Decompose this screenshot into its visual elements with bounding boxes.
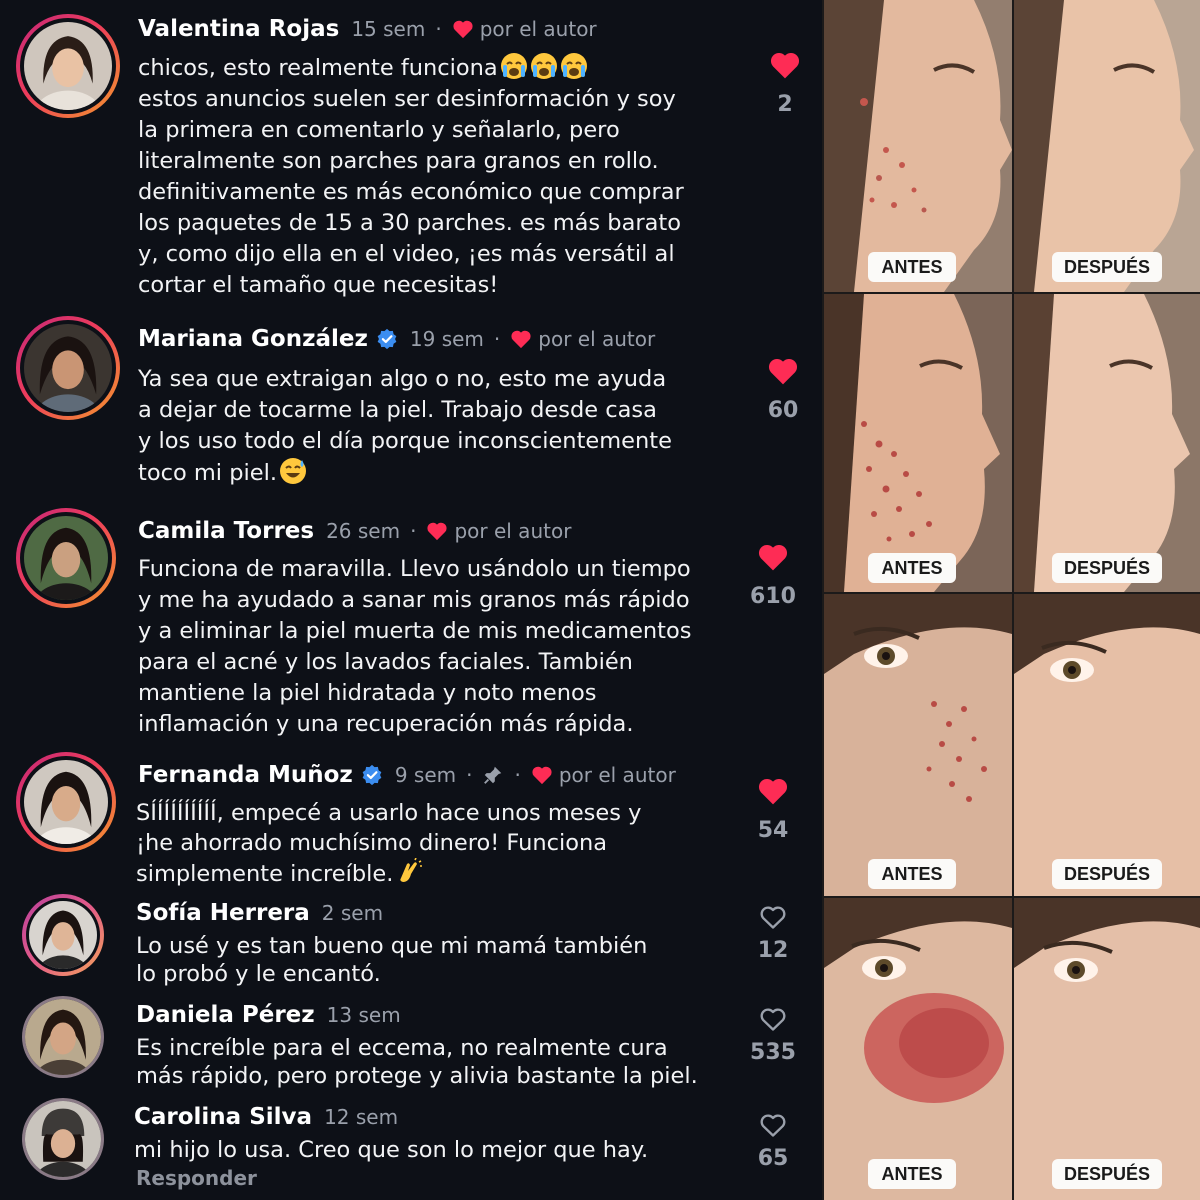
- comment-text: SÍÍÍÍÍÍÍÍÍÍ, empecé a usarlo hace unos m…: [136, 798, 641, 889]
- before-photo[interactable]: ANTES: [824, 594, 1012, 896]
- comment-time: 2 sem: [321, 901, 384, 925]
- reply-button[interactable]: Responder: [136, 1166, 257, 1190]
- verified-badge-icon: [377, 328, 397, 350]
- avatar[interactable]: [16, 316, 120, 420]
- like-count: 2: [777, 92, 793, 117]
- before-label: ANTES: [868, 553, 956, 583]
- heart-filled-icon: [758, 544, 788, 571]
- comment-text-rest: estos anuncios suelen ser desinformación…: [138, 86, 684, 298]
- avatar-photo: [25, 1101, 101, 1177]
- comment-text-body: SÍÍÍÍÍÍÍÍÍÍ, empecé a usarlo hace unos m…: [136, 800, 642, 887]
- avatar-photo: [25, 999, 101, 1075]
- verified-badge-icon: [362, 764, 382, 786]
- comment-time: 12 sem: [324, 1105, 399, 1129]
- like-button[interactable]: 60: [748, 356, 818, 423]
- like-count: 65: [757, 1146, 789, 1171]
- after-label: DESPUÉS: [1052, 553, 1162, 583]
- comment-text-body: Ya sea que extraigan algo o no, esto me …: [138, 366, 672, 486]
- before-photo[interactable]: ANTES: [824, 0, 1012, 292]
- comment-time: 9 sem: [394, 763, 457, 787]
- before-label: ANTES: [868, 252, 956, 282]
- crying-face-icon: [530, 53, 557, 79]
- author-heart-icon: [427, 522, 448, 541]
- separator-dot: ·: [410, 519, 417, 543]
- heart-filled-icon: [758, 778, 788, 805]
- liked-by-author-label: por el autor: [454, 519, 572, 543]
- crying-face-icon: [560, 53, 587, 79]
- separator-dot: ·: [466, 763, 473, 787]
- liked-by-author-label: por el autor: [558, 763, 676, 787]
- comment-author[interactable]: Carolina Silva: [134, 1104, 312, 1130]
- after-label: DESPUÉS: [1052, 859, 1162, 889]
- grinning-sweat-icon: [279, 458, 306, 484]
- like-count: 610: [750, 584, 796, 609]
- like-button[interactable]: 12: [738, 904, 808, 963]
- pin-icon: [484, 766, 502, 784]
- comment-author[interactable]: Fernanda Muñoz: [138, 762, 353, 788]
- comment-text: Ya sea que extraigan algo o no, esto me …: [138, 364, 672, 489]
- heart-outline-icon: [760, 1008, 786, 1031]
- avatar-photo: [24, 760, 108, 844]
- like-count: 12: [757, 938, 789, 963]
- comment-time: 19 sem: [409, 327, 484, 351]
- avatar[interactable]: [16, 752, 116, 852]
- like-button[interactable]: 2: [750, 50, 820, 117]
- liked-by-author-label: por el autor: [538, 327, 656, 351]
- before-after-grid: ANTES DESPUÉS ANTES DESPUÉS ANTES DESPUÉ…: [822, 0, 1200, 1200]
- liked-by-author-label: por el autor: [479, 17, 597, 41]
- comment-text: Funciona de maravilla. Llevo usándolo un…: [138, 556, 692, 737]
- separator-dot: ·: [493, 327, 501, 351]
- before-photo[interactable]: ANTES: [824, 294, 1012, 592]
- avatar[interactable]: [22, 1098, 104, 1180]
- before-label: ANTES: [868, 859, 956, 889]
- before-photo[interactable]: ANTES: [824, 898, 1012, 1200]
- after-label: DESPUÉS: [1052, 252, 1162, 282]
- after-photo[interactable]: DESPUÉS: [1014, 294, 1200, 592]
- like-button[interactable]: 65: [738, 1112, 808, 1171]
- heart-filled-icon: [770, 52, 800, 79]
- after-label: DESPUÉS: [1052, 1159, 1162, 1189]
- comment-time: 26 sem: [326, 519, 401, 543]
- like-button[interactable]: 610: [738, 542, 808, 609]
- comment-text: Lo usé y es tan bueno que mi mamá tambié…: [136, 933, 648, 987]
- avatar[interactable]: [16, 508, 116, 608]
- like-count: 535: [750, 1040, 796, 1065]
- comment-text: mi hijo lo usa. Creo que son lo mejor qu…: [134, 1137, 649, 1163]
- comment-author[interactable]: Valentina Rojas: [138, 16, 339, 42]
- author-heart-icon: [453, 20, 473, 39]
- after-photo[interactable]: DESPUÉS: [1014, 898, 1200, 1200]
- like-button[interactable]: 535: [738, 1006, 808, 1065]
- comment-text: Es increíble para el eccema, no realment…: [136, 1035, 698, 1089]
- comment-text-first: chicos, esto realmente funciona: [138, 55, 498, 81]
- after-photo[interactable]: DESPUÉS: [1014, 594, 1200, 896]
- avatar-photo: [24, 324, 112, 412]
- comment-time: 15 sem: [351, 17, 426, 41]
- comment-text: chicos, esto realmente funciona estos an…: [138, 52, 684, 301]
- like-count: 60: [767, 398, 799, 423]
- like-button[interactable]: 54: [738, 776, 808, 843]
- avatar-photo: [29, 901, 97, 969]
- heart-outline-icon: [760, 906, 786, 929]
- comment-author[interactable]: Sofía Herrera: [136, 900, 310, 926]
- separator-dot: ·: [435, 17, 442, 41]
- avatar[interactable]: [22, 894, 104, 976]
- comment-time: 13 sem: [326, 1003, 401, 1027]
- avatar-photo: [24, 22, 112, 110]
- avatar-photo: [24, 516, 108, 600]
- heart-filled-icon: [768, 358, 798, 385]
- separator-dot: ·: [514, 763, 521, 787]
- before-label: ANTES: [868, 1159, 956, 1189]
- after-photo[interactable]: DESPUÉS: [1014, 0, 1200, 292]
- comment-author[interactable]: Camila Torres: [138, 518, 314, 544]
- crying-face-icon: [500, 53, 527, 79]
- avatar[interactable]: [16, 14, 120, 118]
- author-heart-icon: [511, 330, 531, 349]
- author-heart-icon: [532, 766, 552, 785]
- avatar[interactable]: [22, 996, 104, 1078]
- comment-author[interactable]: Daniela Pérez: [136, 1002, 315, 1028]
- comment-author[interactable]: Mariana González: [138, 326, 368, 352]
- like-count: 54: [757, 818, 789, 843]
- heart-outline-icon: [760, 1114, 786, 1137]
- clapping-hands-icon: [400, 858, 423, 882]
